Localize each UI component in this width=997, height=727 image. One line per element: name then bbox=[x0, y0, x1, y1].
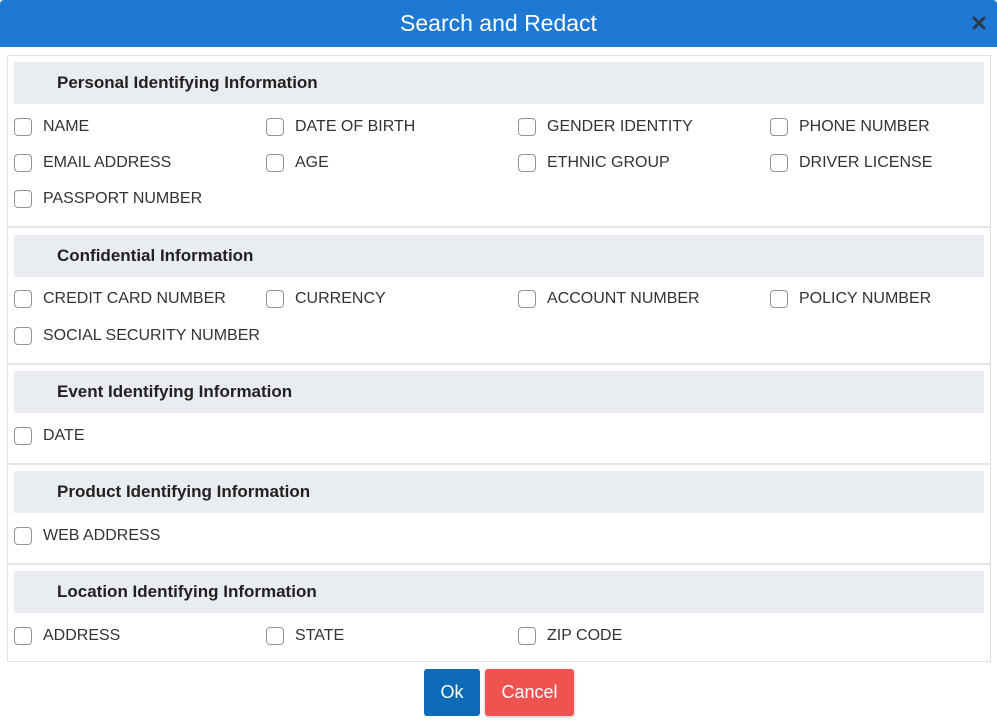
checkbox-label: WEB ADDRESS bbox=[43, 527, 161, 544]
checkbox-box[interactable] bbox=[14, 190, 32, 208]
checkbox-box[interactable] bbox=[14, 118, 32, 136]
checkbox-label: NAME bbox=[43, 118, 90, 135]
checkbox-label: STATE bbox=[295, 627, 345, 644]
section-title: Product Identifying Information bbox=[57, 482, 311, 501]
checkbox-currency[interactable]: CURRENCY bbox=[266, 288, 386, 310]
checkbox-box[interactable] bbox=[266, 627, 284, 645]
cancel-button[interactable]: Cancel bbox=[485, 669, 574, 716]
checkbox-label: DRIVER LICENSE bbox=[799, 154, 933, 171]
checkbox-box[interactable] bbox=[518, 118, 536, 136]
checkbox-label: DATE OF BIRTH bbox=[295, 118, 416, 135]
close-icon[interactable] bbox=[970, 14, 988, 32]
section-header-personal: Personal Identifying Information bbox=[14, 62, 984, 104]
checkbox-label: AGE bbox=[295, 154, 329, 171]
checkbox-email-address[interactable]: EMAIL ADDRESS bbox=[14, 152, 171, 174]
section-header-confidential: Confidential Information bbox=[14, 235, 984, 277]
checkbox-box[interactable] bbox=[14, 527, 32, 545]
checkbox-ethnic-group[interactable]: ETHNIC GROUP bbox=[518, 152, 670, 174]
checkbox-box[interactable] bbox=[266, 118, 284, 136]
checkbox-box[interactable] bbox=[14, 627, 32, 645]
checkbox-label: ZIP CODE bbox=[547, 627, 623, 644]
section-title: Confidential Information bbox=[57, 246, 254, 265]
ok-button[interactable]: Ok bbox=[424, 669, 480, 716]
checkbox-web-address[interactable]: WEB ADDRESS bbox=[14, 525, 160, 547]
checkbox-box[interactable] bbox=[770, 290, 788, 308]
checkbox-label: CREDIT CARD NUMBER bbox=[43, 290, 226, 307]
checkbox-box[interactable] bbox=[770, 118, 788, 136]
checkbox-account-number[interactable]: ACCOUNT NUMBER bbox=[518, 288, 700, 310]
search-and-redact-dialog: Search and Redact Personal Identifying I… bbox=[0, 0, 997, 727]
checkbox-label: ETHNIC GROUP bbox=[547, 154, 670, 171]
checkbox-policy-number[interactable]: POLICY NUMBER bbox=[770, 288, 931, 310]
checkbox-box[interactable] bbox=[518, 627, 536, 645]
section-title: Personal Identifying Information bbox=[57, 73, 318, 92]
checkbox-phone-number[interactable]: PHONE NUMBER bbox=[770, 116, 930, 138]
redact-options-panel: Personal Identifying Information NAME DA… bbox=[7, 55, 991, 662]
checkbox-box[interactable] bbox=[14, 427, 32, 445]
checkbox-box[interactable] bbox=[770, 154, 788, 172]
dialog-titlebar: Search and Redact bbox=[0, 0, 997, 47]
checkbox-label: CURRENCY bbox=[295, 290, 386, 307]
checkbox-label: SOCIAL SECURITY NUMBER bbox=[43, 327, 260, 344]
checkbox-label: GENDER IDENTITY bbox=[547, 118, 693, 135]
section-divider bbox=[8, 563, 990, 565]
checkbox-zip-code[interactable]: ZIP CODE bbox=[518, 625, 622, 647]
checkbox-date-of-birth[interactable]: DATE OF BIRTH bbox=[266, 116, 415, 138]
section-divider bbox=[8, 363, 990, 365]
section-divider bbox=[8, 226, 990, 228]
checkbox-label: EMAIL ADDRESS bbox=[43, 154, 172, 171]
section-divider bbox=[8, 463, 990, 465]
checkbox-social-security-number[interactable]: SOCIAL SECURITY NUMBER bbox=[14, 325, 260, 347]
checkbox-label: DATE bbox=[43, 427, 85, 444]
checkbox-gender-identity[interactable]: GENDER IDENTITY bbox=[518, 116, 693, 138]
checkbox-label: ADDRESS bbox=[43, 627, 121, 644]
checkbox-box[interactable] bbox=[518, 154, 536, 172]
checkbox-address[interactable]: ADDRESS bbox=[14, 625, 120, 647]
checkbox-box[interactable] bbox=[266, 290, 284, 308]
checkbox-label: ACCOUNT NUMBER bbox=[547, 290, 700, 307]
checkbox-box[interactable] bbox=[14, 327, 32, 345]
section-title: Location Identifying Information bbox=[57, 582, 317, 601]
section-header-location: Location Identifying Information bbox=[14, 571, 984, 613]
checkbox-box[interactable] bbox=[266, 154, 284, 172]
section-title: Event Identifying Information bbox=[57, 382, 293, 401]
checkbox-state[interactable]: STATE bbox=[266, 625, 344, 647]
checkbox-name[interactable]: NAME bbox=[14, 116, 89, 138]
section-header-product: Product Identifying Information bbox=[14, 471, 984, 513]
checkbox-age[interactable]: AGE bbox=[266, 152, 329, 174]
section-header-event: Event Identifying Information bbox=[14, 371, 984, 413]
checkbox-label: PHONE NUMBER bbox=[799, 118, 930, 135]
checkbox-box[interactable] bbox=[14, 154, 32, 172]
checkbox-label: POLICY NUMBER bbox=[799, 290, 932, 307]
checkbox-passport-number[interactable]: PASSPORT NUMBER bbox=[14, 188, 202, 210]
checkbox-credit-card-number[interactable]: CREDIT CARD NUMBER bbox=[14, 288, 226, 310]
checkbox-date[interactable]: DATE bbox=[14, 425, 84, 447]
checkbox-label: PASSPORT NUMBER bbox=[43, 190, 203, 207]
checkbox-box[interactable] bbox=[518, 290, 536, 308]
checkbox-box[interactable] bbox=[14, 290, 32, 308]
checkbox-driver-license[interactable]: DRIVER LICENSE bbox=[770, 152, 932, 174]
dialog-title: Search and Redact bbox=[400, 10, 597, 36]
